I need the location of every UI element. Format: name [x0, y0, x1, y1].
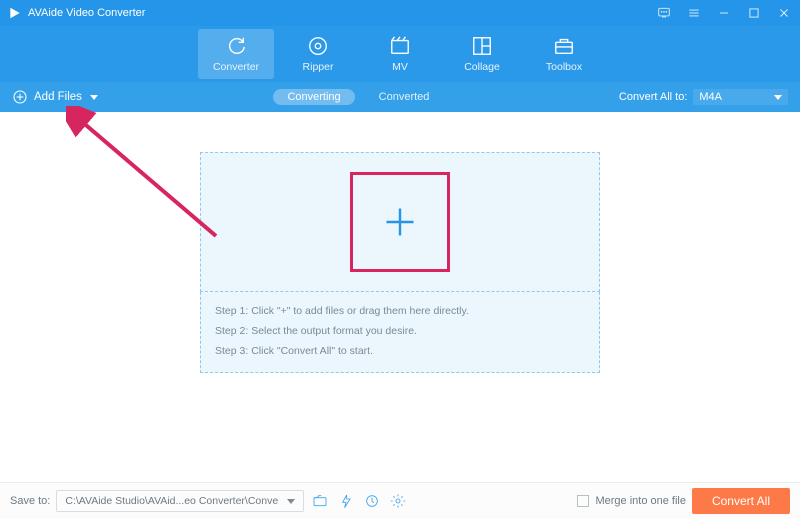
nav-collage[interactable]: Collage [444, 29, 520, 79]
toolbox-icon [553, 35, 575, 57]
convert-all-button[interactable]: Convert All [692, 488, 790, 514]
minimize-button[interactable] [716, 5, 732, 21]
chevron-down-icon [287, 499, 295, 504]
step-text: Step 3: Click "Convert All" to start. [215, 342, 585, 362]
converter-icon [225, 35, 247, 57]
plus-circle-icon [12, 89, 28, 105]
step-text: Step 2: Select the output format you des… [215, 322, 585, 342]
collage-icon [471, 35, 493, 57]
tab-converting[interactable]: Converting [273, 89, 354, 105]
add-files-plus-button[interactable] [350, 172, 450, 272]
maximize-button[interactable] [746, 5, 762, 21]
nav-label: Converter [213, 61, 259, 73]
secondary-toolbar: Add Files Converting Converted Convert A… [0, 82, 800, 112]
chevron-down-icon [774, 95, 782, 100]
checkbox-icon [577, 495, 589, 507]
feedback-icon[interactable] [656, 5, 672, 21]
output-format-select[interactable]: M4A [693, 89, 788, 105]
gpu-accel-button[interactable] [336, 491, 356, 511]
merge-checkbox[interactable]: Merge into one file [577, 495, 686, 507]
step-text: Step 1: Click "+" to add files or drag t… [215, 302, 585, 322]
convert-all-to: Convert All to: M4A [619, 89, 788, 105]
add-files-label: Add Files [34, 91, 82, 103]
convert-all-to-label: Convert All to: [619, 91, 687, 103]
high-speed-button[interactable] [362, 491, 382, 511]
save-to-path: C:\AVAide Studio\AVAid...eo Converter\Co… [57, 495, 279, 507]
instruction-steps: Step 1: Click "+" to add files or drag t… [200, 292, 600, 373]
drop-zone[interactable] [200, 152, 600, 292]
open-folder-button[interactable] [310, 491, 330, 511]
save-to-label: Save to: [10, 495, 50, 507]
nav-converter[interactable]: Converter [198, 29, 274, 79]
add-files-button[interactable]: Add Files [12, 89, 98, 105]
nav-label: Collage [464, 61, 500, 73]
nav-label: Toolbox [546, 61, 582, 73]
app-title: AVAide Video Converter [28, 7, 145, 19]
nav-label: MV [392, 61, 408, 73]
mv-icon [389, 35, 411, 57]
ripper-icon [307, 35, 329, 57]
footer-bar: Save to: C:\AVAide Studio\AVAid...eo Con… [0, 482, 800, 519]
output-format-value: M4A [699, 91, 722, 103]
nav-ripper[interactable]: Ripper [280, 29, 356, 79]
nav-mv[interactable]: MV [362, 29, 438, 79]
main-navbar: Converter Ripper MV Collage Toolbox [0, 26, 800, 82]
tab-converted[interactable]: Converted [365, 89, 444, 105]
plus-icon [382, 204, 418, 240]
nav-label: Ripper [303, 61, 334, 73]
menu-icon[interactable] [686, 5, 702, 21]
settings-button[interactable] [388, 491, 408, 511]
save-to-path-select[interactable]: C:\AVAide Studio\AVAid...eo Converter\Co… [56, 490, 304, 512]
content-area: Step 1: Click "+" to add files or drag t… [0, 112, 800, 482]
chevron-down-icon [90, 95, 98, 100]
title-bar: AVAide Video Converter [0, 0, 800, 26]
app-logo-icon [8, 6, 22, 20]
close-button[interactable] [776, 5, 792, 21]
merge-label: Merge into one file [595, 495, 686, 507]
status-tabs: Converting Converted [273, 89, 443, 105]
nav-toolbox[interactable]: Toolbox [526, 29, 602, 79]
